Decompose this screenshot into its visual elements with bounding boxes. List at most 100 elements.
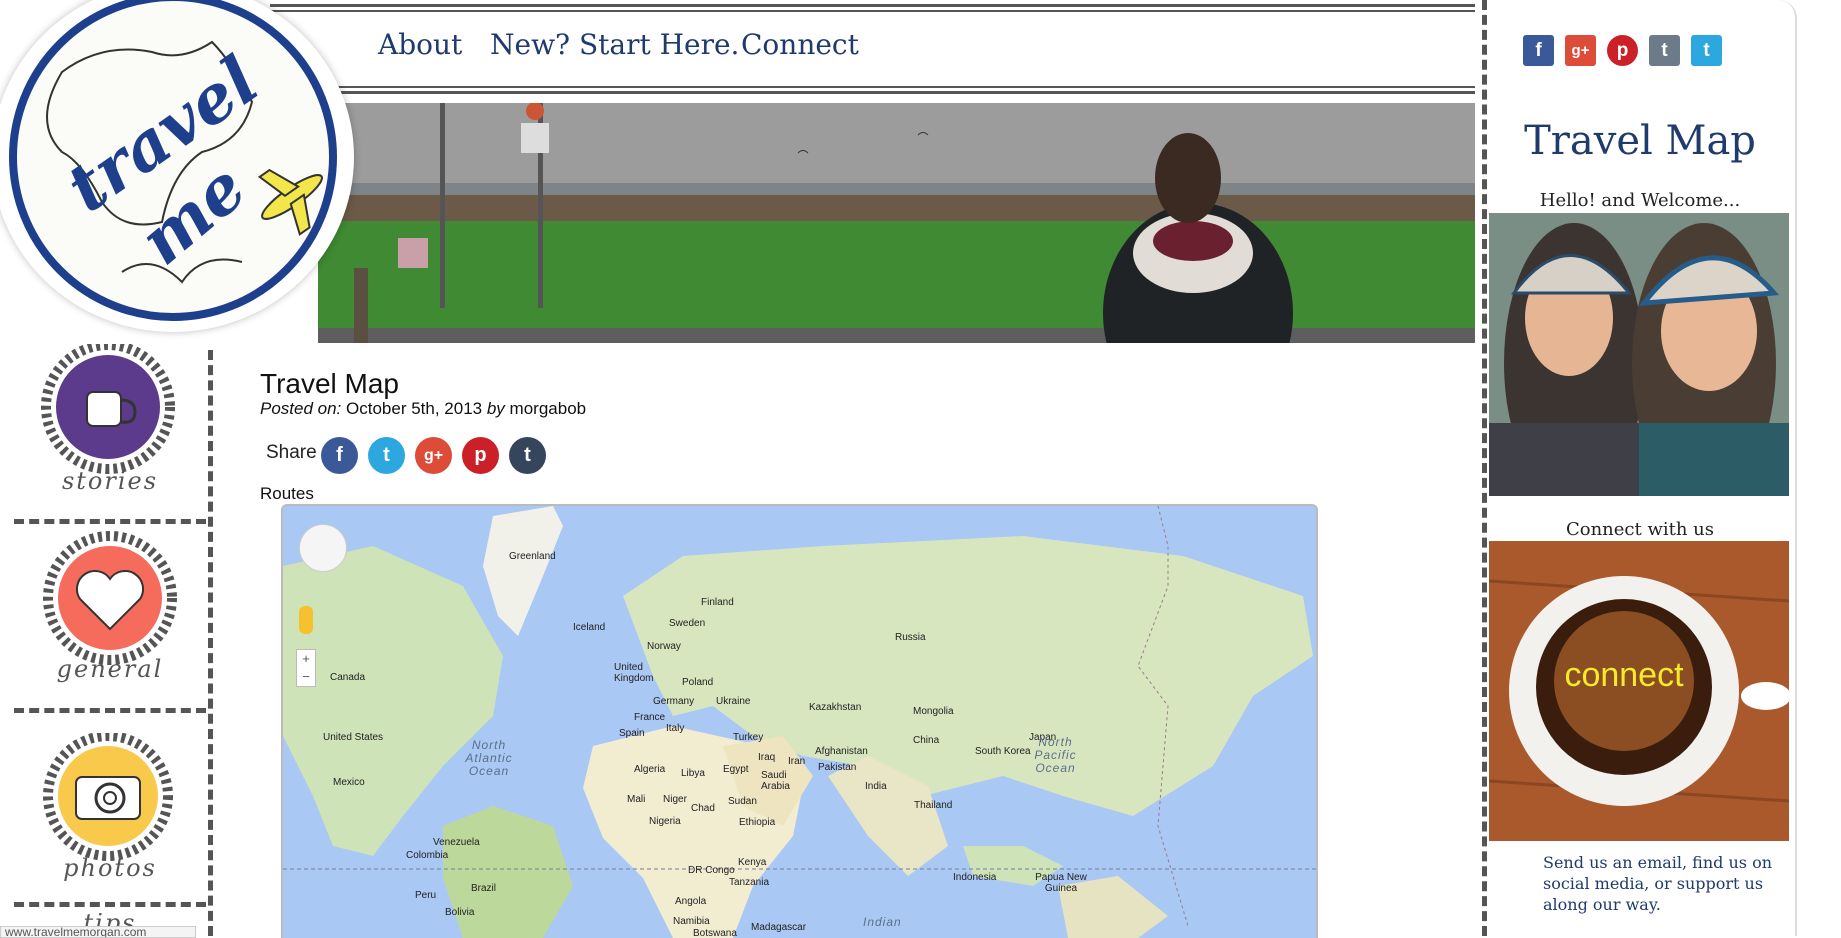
map-label: Mali — [627, 794, 646, 805]
map-label: Namibia — [673, 916, 710, 927]
zoom-out-button[interactable]: − — [297, 668, 315, 686]
travel-map[interactable]: + − Greenland Iceland Sweden Finland Nor… — [281, 504, 1318, 938]
routes-label: Routes — [260, 484, 314, 503]
ocean-label: Indian — [863, 915, 902, 929]
map-label: Mongolia — [913, 706, 954, 717]
map-label: Greenland — [509, 551, 556, 562]
widget-title[interactable]: Travel Map — [1490, 118, 1790, 164]
map-label: Papua New Guinea — [1035, 872, 1087, 894]
map-label: United Kingdom — [614, 662, 654, 684]
share-pinterest-icon[interactable]: p — [462, 437, 499, 474]
pan-control[interactable] — [299, 524, 347, 572]
category-general[interactable]: general — [30, 531, 190, 701]
map-label: India — [865, 781, 887, 792]
pinterest-icon[interactable]: p — [1607, 35, 1638, 66]
map-label: Russia — [895, 632, 926, 643]
twitter-icon[interactable]: t — [1691, 35, 1722, 66]
map-label: Italy — [666, 723, 685, 734]
share-twitter-icon[interactable]: t — [368, 437, 405, 474]
map-label: Ukraine — [716, 696, 751, 707]
map-label: China — [913, 735, 940, 746]
welcome-heading: Hello! and Welcome... — [1539, 190, 1741, 211]
map-label: Kenya — [738, 857, 767, 868]
map-label: Kazakhstan — [809, 702, 862, 713]
category-divider — [14, 902, 206, 907]
share-label: Share — [266, 442, 317, 463]
sidebar-divider — [208, 350, 213, 936]
map-label: Poland — [682, 677, 714, 688]
category-label: photos — [63, 854, 157, 882]
right-sidebar-divider — [1482, 0, 1487, 936]
map-label: Tanzania — [729, 877, 770, 888]
category-stories[interactable]: stories — [30, 340, 190, 514]
map-label: Nigeria — [649, 816, 681, 827]
category-photos[interactable]: photos — [30, 731, 190, 903]
category-label: general — [56, 655, 164, 683]
map-label: Afghanistan — [815, 746, 868, 757]
ocean-label: North Pacific Ocean — [1034, 735, 1077, 775]
nav-rule-top — [270, 4, 1475, 12]
map-label: Thailand — [914, 800, 953, 811]
zoom-control: + − — [296, 649, 316, 687]
map-label: Norway — [647, 641, 681, 652]
post-author[interactable]: morgabob — [510, 399, 587, 418]
connect-heading: Connect with us — [1565, 519, 1715, 540]
map-label: France — [634, 712, 666, 723]
posted-on-label: Posted on: — [260, 399, 342, 418]
share-google-plus-icon[interactable]: g+ — [415, 437, 452, 474]
post-meta: Posted on: October 5th, 2013 by morgabob — [260, 399, 586, 419]
google-plus-icon[interactable]: g+ — [1565, 35, 1596, 66]
connect-overlay-text: connect — [1564, 656, 1684, 694]
map-label: Chad — [691, 803, 715, 814]
nav-about[interactable]: About — [378, 28, 462, 61]
map-label: South Korea — [975, 746, 1031, 757]
map-label: Angola — [675, 896, 707, 907]
hero-image — [318, 103, 1475, 343]
by-label: by — [486, 399, 505, 418]
browser-status-bar: www.travelmemorgan.com — [0, 926, 196, 938]
map-label: Germany — [653, 696, 695, 707]
map-label: Bolivia — [445, 907, 475, 918]
coffee-cup-icon — [41, 340, 175, 474]
map-label: Indonesia — [953, 872, 997, 883]
map-label: Spain — [619, 728, 645, 739]
category-label: stories — [61, 467, 159, 495]
pegman-icon[interactable] — [299, 606, 313, 634]
map-label: Pakistan — [818, 762, 857, 773]
map-label: Turkey — [733, 732, 764, 743]
nav-start-here[interactable]: New? Start Here. — [490, 28, 739, 61]
map-label: Sudan — [728, 796, 757, 807]
map-label: Brazil — [471, 883, 497, 894]
tumblr-icon[interactable]: t — [1649, 35, 1680, 66]
connect-image[interactable]: connect — [1489, 541, 1789, 841]
nav-rule-bottom — [270, 86, 1475, 94]
map-label: Colombia — [406, 850, 449, 861]
map-label: United States — [323, 732, 384, 743]
share-tumblr-icon[interactable]: t — [509, 437, 546, 474]
category-divider — [14, 519, 206, 524]
post-date[interactable]: October 5th, 2013 — [346, 399, 482, 418]
map-label: Algeria — [634, 764, 666, 775]
category-divider — [14, 708, 206, 713]
map-label: Madagascar — [751, 922, 807, 933]
map-label: Iceland — [573, 622, 606, 633]
map-label: Mexico — [333, 777, 365, 788]
map-label: Finland — [701, 597, 734, 608]
welcome-photo[interactable] — [1489, 213, 1789, 496]
map-label: Sweden — [669, 618, 706, 629]
camera-icon — [43, 731, 173, 861]
share-facebook-icon[interactable]: f — [321, 437, 358, 474]
zoom-in-button[interactable]: + — [297, 650, 315, 668]
map-label: Peru — [415, 890, 437, 901]
map-label: Botswana — [693, 928, 737, 938]
map-label: Venezuela — [433, 837, 480, 848]
nav-connect[interactable]: Connect — [741, 28, 859, 61]
facebook-icon[interactable]: f — [1523, 35, 1554, 66]
map-label: Niger — [663, 794, 687, 805]
map-label: Egypt — [723, 764, 749, 775]
heart-icon — [43, 531, 177, 665]
post-title: Travel Map — [260, 368, 400, 399]
connect-description: Send us an email, find us on social medi… — [1543, 853, 1773, 914]
map-label: Iraq — [758, 752, 776, 763]
map-label: DR Congo — [688, 865, 735, 876]
